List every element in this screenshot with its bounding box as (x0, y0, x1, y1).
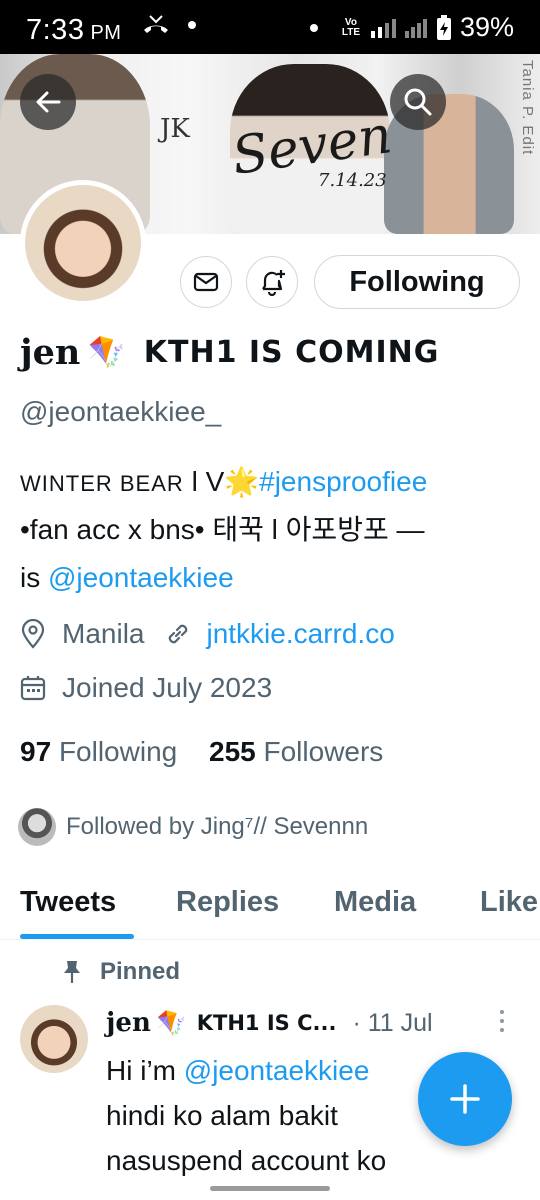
back-button[interactable] (20, 74, 76, 130)
plus-icon (450, 1084, 480, 1114)
status-time: 7:33 PM (26, 14, 122, 46)
followed-by-text: Followed by Jing⁷// Sevennn (66, 813, 369, 840)
volte-icon: Vo LTE (341, 16, 361, 38)
profile-avatar[interactable] (20, 180, 146, 306)
signal-icon (370, 18, 396, 38)
profile-bio: WINTER BEAR l V🌟#jensproofiee •fan acc x… (20, 458, 525, 602)
display-name-text: jen (20, 332, 81, 373)
following-count-link[interactable]: 97 Following (20, 736, 177, 767)
tweet-avatar[interactable] (20, 1005, 88, 1073)
compose-tweet-button[interactable] (418, 1052, 512, 1146)
website-link[interactable]: jntkkie.carrd.co (206, 618, 394, 650)
more-options-button[interactable] (462, 74, 518, 130)
battery-percent: 39% (459, 12, 514, 42)
bio-hashtag-link[interactable]: #jensproofiee (259, 466, 427, 497)
mail-icon (193, 272, 219, 292)
notification-dot-icon (188, 21, 196, 29)
star-emoji: 🌟 (224, 466, 260, 497)
tab-replies[interactable]: Replies (176, 886, 279, 919)
bell-plus-icon (262, 270, 285, 297)
location-website-row: Manila jntkkie.carrd.co (20, 618, 395, 650)
banner-initials: JK (160, 114, 190, 144)
location-pin-icon (20, 619, 50, 649)
display-name-suffix: KTH1 IS COMING (143, 335, 440, 370)
bio-mention-link[interactable]: @jeontaekkiee (48, 562, 234, 593)
tweet-author-name[interactable]: jen (106, 1008, 151, 1038)
tab-tweets[interactable]: Tweets (20, 886, 116, 919)
follow-stats: 97 Following 255 Followers (20, 736, 383, 768)
bio-text: l V (183, 466, 225, 497)
status-bar: 7:33 PM Vo LTE 39% (0, 0, 540, 54)
tweet-date[interactable]: · 11 Jul (352, 1009, 432, 1038)
bio-line: •fan acc x bns• 태꾹 l 아포방포 — (20, 514, 425, 545)
followers-count: 255 (209, 736, 256, 767)
following-count: 97 (20, 736, 52, 767)
notifications-button[interactable] (246, 256, 298, 308)
status-ampm: PM (90, 22, 122, 44)
avatar (18, 808, 56, 846)
following-label: Following (58, 736, 178, 767)
missed-call-icon (144, 15, 168, 33)
link-icon (164, 620, 194, 648)
banner-credit: Tania P. Edit (519, 60, 536, 156)
bio-line: is @jeontaekkiee (20, 554, 525, 602)
profile-handle: @jeontaekkiee_ (20, 396, 222, 427)
notification-dot-icon (309, 23, 318, 32)
profile-tabs: Tweets Replies Media Like (0, 866, 540, 940)
active-tab-indicator (20, 934, 134, 939)
pinned-label: Pinned (100, 958, 181, 985)
bio-caps-text: WINTER BEAR (20, 471, 184, 496)
tweet-more-icon[interactable] (500, 1010, 504, 1032)
display-name: jen 🪁 KTH1 IS COMING (20, 332, 439, 373)
status-right-icons: Vo LTE 39% (309, 12, 514, 43)
calendar-icon (20, 674, 50, 702)
status-left-icons (142, 14, 196, 36)
bio-text: is (20, 562, 48, 593)
battery-charging-icon (436, 14, 451, 40)
home-indicator[interactable] (210, 1186, 330, 1191)
tweet-text-segment: Hi i’m (106, 1055, 184, 1086)
search-icon (404, 88, 432, 116)
following-button[interactable]: Following (314, 255, 520, 309)
joined-text: Joined July 2023 (62, 672, 273, 703)
message-button[interactable] (180, 256, 232, 308)
pinned-label-row: Pinned (62, 958, 180, 986)
joined-row: Joined July 2023 (20, 672, 272, 704)
tweet-author-suffix: KTH1 IS C... (196, 1011, 337, 1035)
pin-icon (64, 961, 80, 983)
kite-emoji: 🪁 (156, 1009, 187, 1037)
back-arrow-icon (36, 91, 61, 113)
signal-icon (404, 18, 427, 38)
tweet-header: jen 🪁 KTH1 IS C... · 11 Jul (106, 1008, 433, 1038)
bio-line: WINTER BEAR l V🌟#jensproofiee (20, 458, 525, 506)
kite-emoji: 🪁 (88, 336, 126, 369)
search-button[interactable] (390, 74, 446, 130)
tab-likes[interactable]: Like (480, 886, 538, 919)
location-text: Manila (62, 618, 145, 649)
followers-label: Followers (263, 736, 384, 767)
followers-count-link[interactable]: 255 Followers (209, 736, 383, 767)
followed-by-row[interactable]: Followed by Jing⁷// Sevennn (18, 808, 368, 846)
banner-date: 7.14.23 (318, 170, 387, 191)
tweet-mention-link[interactable]: @jeontaekkiee (184, 1055, 370, 1086)
tab-media[interactable]: Media (334, 886, 416, 919)
